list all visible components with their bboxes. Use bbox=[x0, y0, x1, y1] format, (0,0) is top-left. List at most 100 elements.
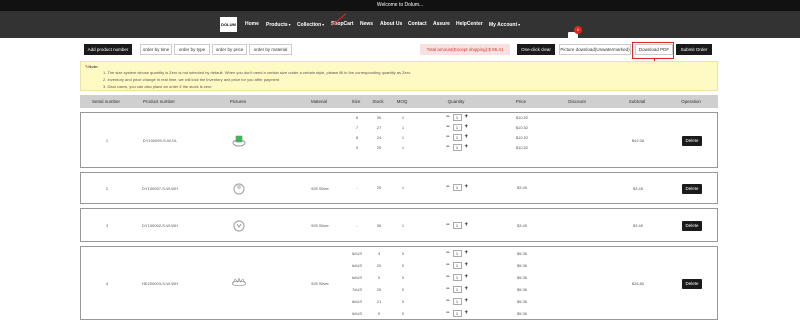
increment-button[interactable]: + bbox=[465, 262, 469, 269]
decrement-button[interactable]: − bbox=[446, 184, 450, 191]
moq: 1 bbox=[401, 145, 405, 150]
quantity-stepper[interactable]: −1 + bbox=[446, 298, 468, 305]
decrement-button[interactable]: − bbox=[446, 262, 450, 269]
header-pictures: Pictures bbox=[229, 99, 247, 104]
nav-helpcenter[interactable]: HelpCenter bbox=[456, 11, 483, 38]
quantity-input[interactable]: 1 bbox=[452, 184, 462, 191]
subtotal: $3.45 bbox=[632, 186, 644, 191]
quantity-input[interactable]: 1 bbox=[452, 262, 462, 269]
product-number: DY100057-S-W-WH bbox=[142, 186, 178, 191]
increment-button[interactable]: + bbox=[465, 250, 469, 257]
moq: 0 bbox=[401, 311, 405, 316]
quantity-stepper[interactable]: −1 + bbox=[446, 184, 468, 191]
product-image[interactable] bbox=[230, 218, 248, 233]
increment-button[interactable]: + bbox=[465, 184, 469, 191]
quantity-input[interactable]: 1 bbox=[452, 114, 462, 121]
submit-order-button[interactable]: Submit Order bbox=[676, 44, 712, 55]
sort-by-price-button[interactable]: order by price bbox=[212, 44, 247, 55]
material: 925 Silver bbox=[311, 186, 329, 191]
increment-button[interactable]: + bbox=[465, 298, 469, 305]
stock: 25 bbox=[376, 185, 382, 190]
price: $5.36 bbox=[516, 263, 528, 268]
quantity-stepper[interactable]: −1 + bbox=[446, 124, 468, 131]
subtotal: $42.08 bbox=[631, 138, 645, 143]
quantity-stepper[interactable]: −1 + bbox=[446, 144, 468, 151]
decrement-button[interactable]: − bbox=[446, 250, 450, 257]
quantity-input[interactable]: 1 bbox=[452, 124, 462, 131]
note-line: 2. Inventory and price change in real ti… bbox=[103, 77, 280, 82]
increment-button[interactable]: + bbox=[465, 274, 469, 281]
nav-products[interactable]: Products▾ bbox=[266, 11, 291, 38]
decrement-button[interactable]: − bbox=[446, 222, 450, 229]
increment-button[interactable]: + bbox=[465, 134, 469, 141]
quantity-input[interactable]: 1 bbox=[452, 250, 462, 257]
decrement-button[interactable]: − bbox=[446, 274, 450, 281]
quantity-stepper[interactable]: −1 + bbox=[446, 114, 468, 121]
quantity-stepper[interactable]: −1 + bbox=[446, 222, 468, 229]
quantity-stepper[interactable]: −1 + bbox=[446, 134, 468, 141]
quantity-input[interactable]: 1 bbox=[452, 310, 462, 317]
increment-button[interactable]: + bbox=[465, 222, 469, 229]
decrement-button[interactable]: − bbox=[446, 286, 450, 293]
material: 925 Silver bbox=[311, 223, 329, 228]
product-number: HE200003-S-W-WH bbox=[142, 281, 178, 286]
moq: 0 bbox=[401, 251, 405, 256]
nav-assure[interactable]: Assure bbox=[433, 11, 450, 38]
delete-button[interactable]: Delete bbox=[682, 279, 702, 289]
moq: 0 bbox=[401, 287, 405, 292]
price: $5.36 bbox=[516, 251, 528, 256]
decrement-button[interactable]: − bbox=[446, 310, 450, 317]
increment-button[interactable]: + bbox=[465, 114, 469, 121]
sort-by-time-button[interactable]: order by time bbox=[140, 44, 172, 55]
one-click-clear-button[interactable]: One-click clear bbox=[517, 44, 555, 55]
nav-about-us[interactable]: About Us bbox=[380, 11, 402, 38]
chevron-down-icon: ▾ bbox=[322, 22, 325, 27]
quantity-stepper[interactable]: −1 + bbox=[446, 274, 468, 281]
decrement-button[interactable]: − bbox=[446, 124, 450, 131]
price: $5.36 bbox=[516, 275, 528, 280]
quantity-stepper[interactable]: −1 + bbox=[446, 310, 468, 317]
product-image[interactable] bbox=[230, 276, 248, 291]
increment-button[interactable]: + bbox=[465, 144, 469, 151]
stock: 24 bbox=[376, 135, 382, 140]
quantity-input[interactable]: 1 bbox=[452, 286, 462, 293]
stock: 9 bbox=[377, 311, 381, 316]
quantity-input[interactable]: 1 bbox=[452, 298, 462, 305]
quantity-input[interactable]: 1 bbox=[452, 144, 462, 151]
sort-by-material-button[interactable]: order by material bbox=[249, 44, 292, 55]
nav-collection[interactable]: Collection▾ bbox=[297, 11, 324, 38]
stock: 0 bbox=[377, 275, 381, 280]
delete-button[interactable]: Delete bbox=[682, 184, 702, 194]
site-logo[interactable]: DOLUM bbox=[220, 17, 237, 32]
increment-button[interactable]: + bbox=[465, 286, 469, 293]
product-image[interactable] bbox=[230, 133, 248, 148]
material: 925 Silver bbox=[311, 281, 329, 286]
table-row: 4 HE200003-S-W-WH 925 Silver $26.80 Delete 5#… bbox=[80, 246, 718, 320]
increment-button[interactable]: + bbox=[465, 124, 469, 131]
stock: 21 bbox=[376, 299, 382, 304]
decrement-button[interactable]: − bbox=[446, 134, 450, 141]
sort-by-type-button[interactable]: order by type bbox=[174, 44, 210, 55]
total-amount: Total amount(Except shipping):$ 95.41 bbox=[420, 44, 510, 55]
quantity-stepper[interactable]: −1 + bbox=[446, 250, 468, 257]
decrement-button[interactable]: − bbox=[446, 298, 450, 305]
quantity-input[interactable]: 1 bbox=[452, 134, 462, 141]
nav-my-account[interactable]: My Account▾ bbox=[489, 11, 520, 38]
nav-news[interactable]: News bbox=[360, 11, 373, 38]
decrement-button[interactable]: − bbox=[446, 114, 450, 121]
add-product-number-button[interactable]: Add product number bbox=[84, 44, 132, 55]
increment-button[interactable]: + bbox=[465, 310, 469, 317]
delete-button[interactable]: Delete bbox=[682, 221, 702, 231]
quantity-stepper[interactable]: −1 + bbox=[446, 262, 468, 269]
product-image[interactable] bbox=[230, 181, 248, 196]
quantity-input[interactable]: 1 bbox=[452, 222, 462, 229]
picture-download-button[interactable]: Picture download(Unwatermarked) bbox=[559, 44, 631, 55]
nav-home[interactable]: Home bbox=[245, 11, 259, 38]
decrement-button[interactable]: − bbox=[446, 144, 450, 151]
price: $10.52 bbox=[515, 145, 529, 150]
quantity-input[interactable]: 1 bbox=[452, 274, 462, 281]
moq: 1 bbox=[401, 125, 405, 130]
quantity-stepper[interactable]: −1 + bbox=[446, 286, 468, 293]
delete-button[interactable]: Delete bbox=[682, 136, 702, 146]
nav-contact[interactable]: Contact bbox=[408, 11, 427, 38]
